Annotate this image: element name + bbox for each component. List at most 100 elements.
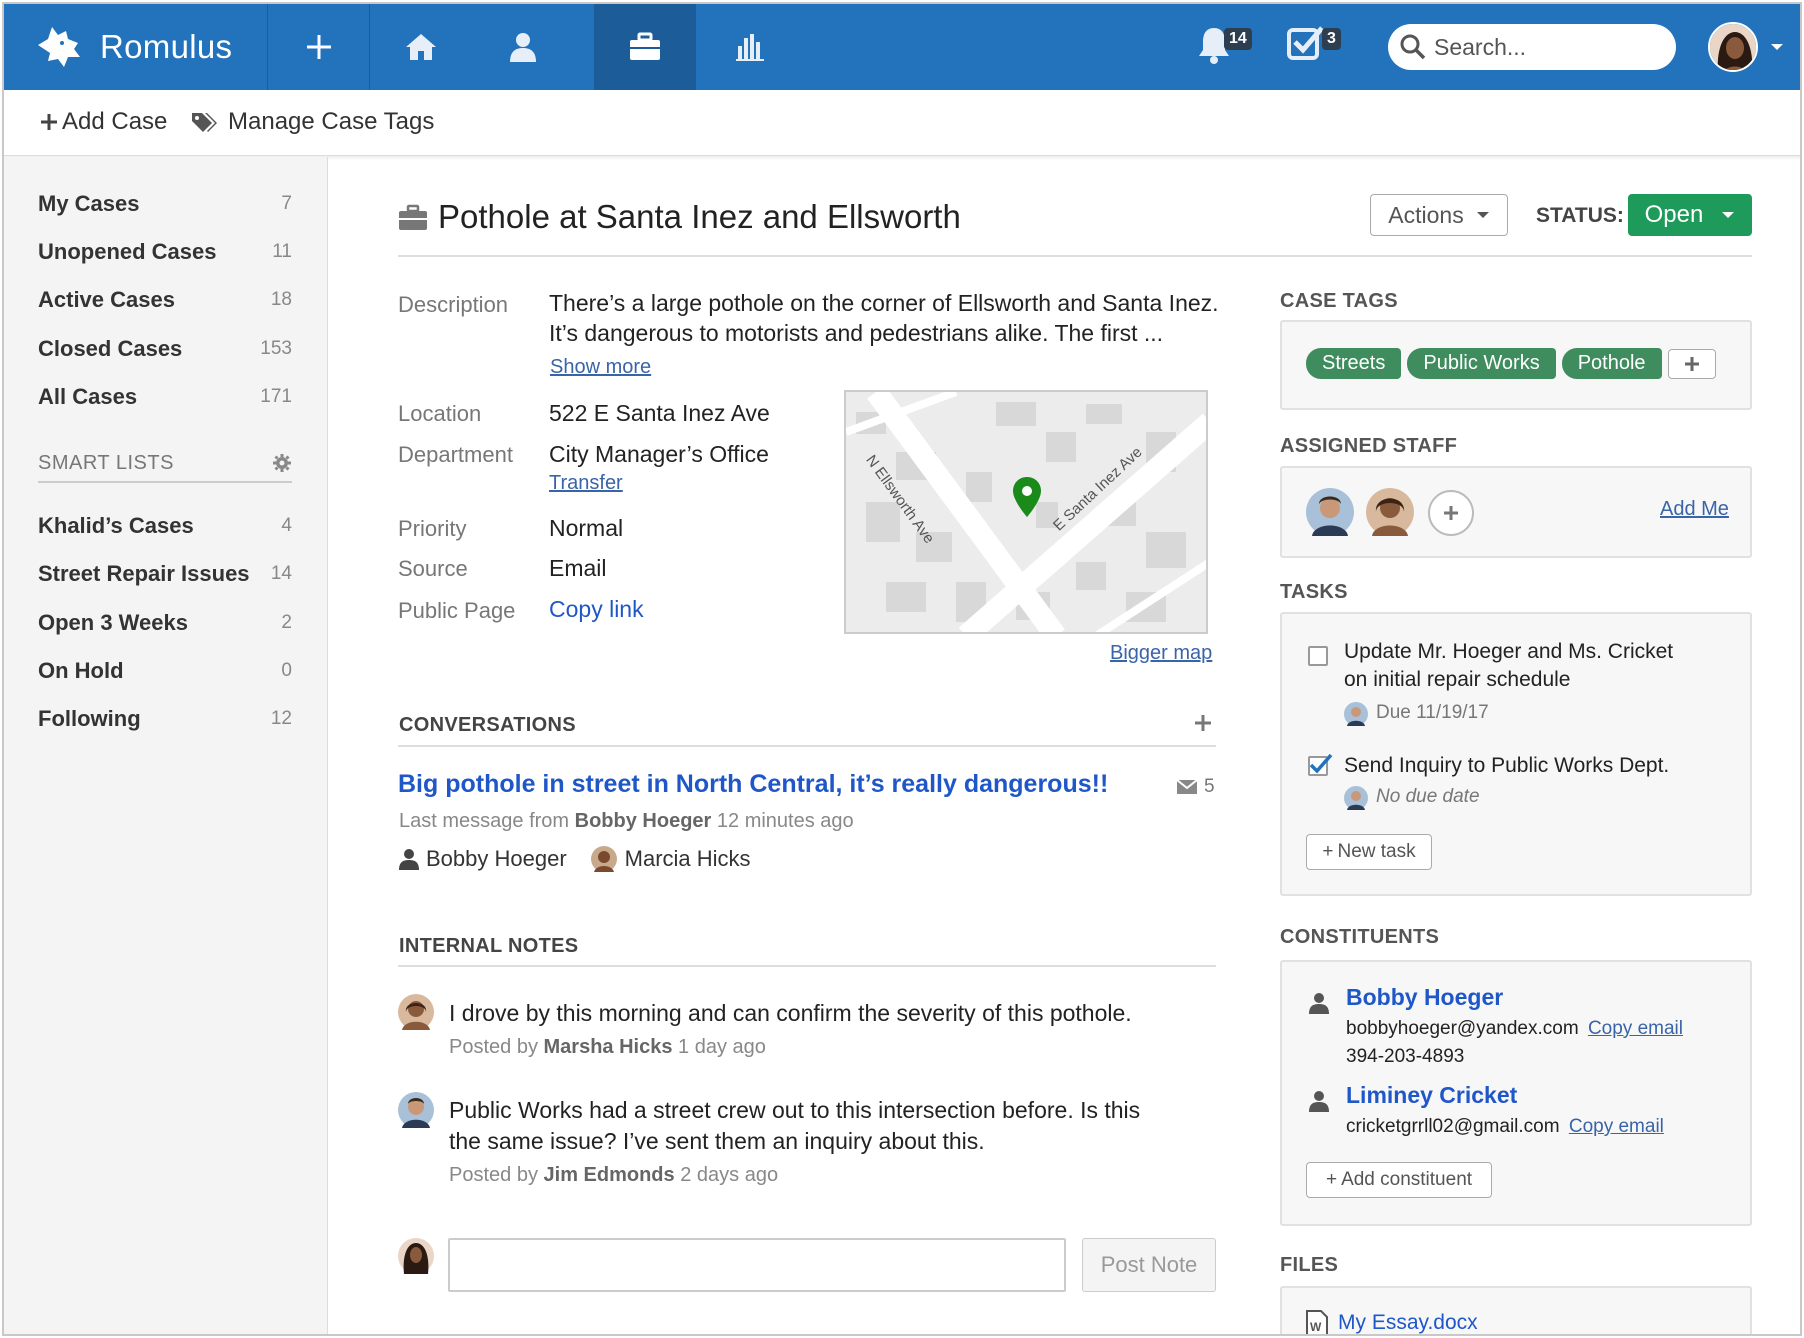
nav-cases[interactable] (594, 4, 696, 90)
constituent-name[interactable]: Bobby Hoeger (1346, 984, 1503, 1011)
copy-email-link[interactable]: Copy email (1588, 1018, 1683, 1039)
briefcase-icon (399, 204, 427, 230)
status-dropdown[interactable]: Open (1628, 194, 1752, 236)
copy-email-link[interactable]: Copy email (1569, 1116, 1664, 1137)
current-user-avatar (398, 1238, 434, 1274)
note-text-line-2: the same issue? I’ve sent them an inquir… (449, 1128, 985, 1154)
task-checkbox[interactable] (1308, 646, 1328, 666)
task-title-line-2[interactable]: on initial repair schedule (1344, 668, 1570, 692)
app-name: Romulus (100, 28, 233, 65)
smart-list-street-repair[interactable]: Street Repair Issues 14 (38, 561, 292, 587)
task-title-line-1[interactable]: Update Mr. Hoeger and Ms. Cricket (1344, 640, 1673, 664)
notifications-button[interactable]: 14 (1196, 22, 1252, 71)
tasks-badge: 3 (1322, 28, 1341, 50)
smart-list-count: 12 (270, 708, 292, 729)
svg-text:W: W (1310, 1320, 1322, 1334)
case-tag[interactable]: Public Works (1407, 348, 1556, 379)
constituents-box: Bobby Hoeger bobbyhoeger@yandex.com Copy… (1280, 960, 1752, 1226)
sidebar-item-active-cases[interactable]: Active Cases 18 (38, 287, 292, 313)
files-box: W My Essay.docx (1280, 1286, 1752, 1334)
manage-case-tags-label: Manage Case Tags (228, 108, 435, 135)
smart-list-khalids-cases[interactable]: Khalid’s Cases 4 (38, 513, 292, 539)
task-due-date: No due date (1376, 786, 1480, 807)
add-tag-button[interactable] (1667, 348, 1716, 379)
sidebar-item-count: 7 (281, 193, 292, 214)
tag-list: Streets Public Works Pothole (1306, 348, 1716, 379)
sidebar-item-unopened-cases[interactable]: Unopened Cases 11 (38, 239, 292, 265)
note-input[interactable] (448, 1238, 1066, 1292)
plus-icon (306, 35, 331, 59)
last-message-author: Bobby Hoeger (574, 810, 712, 832)
case-tag[interactable]: Pothole (1561, 348, 1662, 379)
plus-icon (41, 114, 57, 130)
sidebar: My Cases 7 Unopened Cases 11 Active Cases 1… (4, 157, 328, 1334)
notes-divider (398, 965, 1216, 967)
last-message-time: 12 minutes ago (716, 810, 854, 832)
staff-avatar[interactable] (1306, 488, 1354, 536)
actions-label: Actions (1388, 201, 1464, 228)
location-label: Location (398, 401, 482, 426)
message-count-value: 5 (1204, 776, 1215, 797)
caret-down-icon[interactable] (1770, 42, 1784, 52)
smart-list-on-hold[interactable]: On Hold 0 (38, 658, 292, 684)
person-icon (1309, 993, 1329, 1014)
nav-people[interactable] (472, 4, 574, 90)
tasks-title: TASKS (1280, 581, 1348, 603)
add-me-link[interactable]: Add Me (1660, 498, 1729, 521)
post-note-button[interactable]: Post Note (1082, 1238, 1216, 1292)
user-avatar[interactable] (1708, 22, 1758, 72)
assigned-staff-box: Add Me (1280, 466, 1752, 558)
app-logo[interactable]: Romulus (4, 4, 268, 90)
nav-home[interactable] (370, 4, 472, 90)
case-tags-box: Streets Public Works Pothole (1280, 320, 1752, 410)
new-task-button[interactable]: + New task (1306, 834, 1432, 870)
bigger-map-link[interactable]: Bigger map (1110, 642, 1212, 665)
sidebar-item-closed-cases[interactable]: Closed Cases 153 (38, 336, 292, 362)
person-icon (399, 849, 419, 870)
sidebar-item-my-cases[interactable]: My Cases 7 (38, 191, 292, 217)
assigned-staff-title: ASSIGNED STAFF (1280, 435, 1458, 457)
case-title: Pothole at Santa Inez and Ellsworth (438, 198, 961, 235)
status-label: STATUS: (1536, 204, 1624, 227)
conversations-title: CONVERSATIONS (399, 714, 576, 736)
file-item[interactable]: W My Essay.docx (1306, 1310, 1478, 1334)
case-tag[interactable]: Streets (1306, 348, 1402, 379)
sidebar-item-label: My Cases (38, 191, 140, 216)
nav-reports[interactable] (699, 4, 801, 90)
conversation-thread-link[interactable]: Big pothole in street in North Central, … (398, 770, 1108, 799)
last-message-info: Last message from Bobby Hoeger 12 minute… (399, 810, 854, 833)
search-input[interactable]: Search... (1388, 24, 1676, 70)
add-conversation-icon[interactable] (1194, 714, 1212, 732)
notifications-badge: 14 (1224, 28, 1252, 50)
person-icon (1309, 1091, 1329, 1112)
transfer-link[interactable]: Transfer (549, 472, 623, 495)
gear-icon[interactable] (272, 453, 292, 473)
sidebar-item-count: 18 (270, 289, 292, 310)
copy-link[interactable]: Copy link (549, 596, 644, 623)
participant-name: Bobby Hoeger (426, 846, 567, 871)
sidebar-item-count: 171 (260, 386, 292, 407)
manage-case-tags-button[interactable]: Manage Case Tags (190, 108, 434, 136)
constituent-name[interactable]: Liminey Cricket (1346, 1082, 1517, 1109)
create-button[interactable] (268, 4, 370, 90)
add-constituent-button[interactable]: + Add constituent (1306, 1162, 1492, 1198)
tasks-box: Update Mr. Hoeger and Ms. Cricket on ini… (1280, 612, 1752, 896)
task-title[interactable]: Send Inquiry to Public Works Dept. (1344, 754, 1669, 778)
user-avatar-image (1710, 24, 1756, 70)
plus-icon (1444, 506, 1458, 520)
show-more-link[interactable]: Show more (550, 356, 651, 379)
smart-list-open-3-weeks[interactable]: Open 3 Weeks 2 (38, 610, 292, 636)
task-checkbox-checked[interactable] (1308, 753, 1333, 776)
smart-list-following[interactable]: Following 12 (38, 706, 292, 732)
tasks-button[interactable]: 3 (1286, 22, 1341, 69)
person-icon (510, 33, 536, 62)
tag-icon (192, 113, 217, 132)
staff-avatar[interactable] (1366, 488, 1414, 536)
smart-list-label: Following (38, 706, 141, 731)
sidebar-item-all-cases[interactable]: All Cases 171 (38, 384, 292, 410)
file-name: My Essay.docx (1338, 1311, 1478, 1334)
add-staff-button[interactable] (1428, 490, 1474, 536)
add-case-button[interactable]: Add Case (40, 108, 167, 136)
actions-dropdown[interactable]: Actions (1370, 194, 1508, 236)
location-map[interactable]: N Ellsworth Ave E Santa Inez Ave (844, 390, 1208, 634)
